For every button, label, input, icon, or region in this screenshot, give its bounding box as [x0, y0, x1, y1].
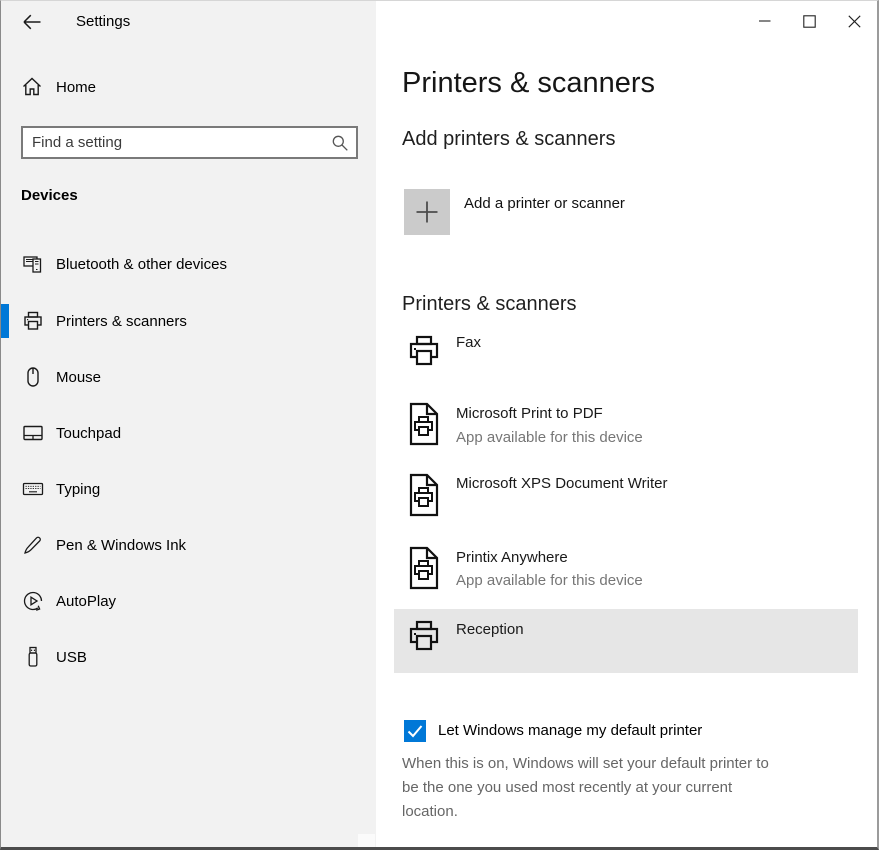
maximize-button[interactable]	[787, 1, 832, 41]
printer-name: Fax	[456, 334, 481, 351]
sidebar-item-label: Pen & Windows Ink	[56, 537, 186, 554]
settings-window: Settings Home Devices Bluetooth & other …	[0, 0, 879, 850]
sidebar-item-label: USB	[56, 649, 87, 666]
pen-icon	[21, 533, 45, 557]
printer-icon	[404, 618, 444, 660]
sidebar-item-label: Mouse	[56, 369, 101, 386]
minimize-icon	[759, 20, 771, 22]
maximize-icon	[803, 15, 816, 28]
sidebar-item-printers-scanners[interactable]: Printers & scanners	[1, 304, 376, 338]
close-icon	[848, 15, 861, 28]
printer-name: Microsoft Print to PDF	[456, 405, 603, 422]
sidebar-item-mouse[interactable]: Mouse	[1, 360, 376, 394]
printer-row-reception[interactable]: Reception	[394, 609, 858, 673]
printer-subtitle: App available for this device	[456, 429, 643, 446]
sidebar-item-label: Typing	[56, 481, 100, 498]
sidebar-item-bluetooth-other-devices[interactable]: Bluetooth & other devices	[1, 247, 376, 281]
back-arrow-icon	[21, 11, 43, 33]
default-printer-label: Let Windows manage my default printer	[438, 722, 702, 739]
sidebar-item-label: AutoPlay	[56, 593, 116, 610]
printer-icon	[21, 309, 45, 333]
page-title: Printers & scanners	[402, 67, 655, 100]
autoplay-icon	[21, 589, 45, 613]
checkmark-icon	[404, 720, 426, 742]
touchpad-icon	[21, 421, 45, 445]
window-controls	[742, 1, 877, 41]
usb-icon	[21, 645, 45, 669]
printer-subtitle: App available for this device	[456, 572, 643, 589]
printer-name: Printix Anywhere	[456, 549, 568, 566]
print-to-file-icon	[404, 545, 442, 591]
mouse-icon	[21, 365, 45, 389]
description-line: location.	[402, 800, 872, 824]
printer-icon	[404, 333, 444, 375]
add-printer-button[interactable]	[404, 189, 450, 235]
sidebar-item-typing[interactable]: Typing	[1, 472, 376, 506]
window-title: Settings	[76, 13, 130, 30]
sidebar-item-label: Bluetooth & other devices	[56, 256, 227, 273]
selected-accent-bar	[1, 304, 9, 338]
plus-icon	[414, 199, 440, 225]
back-button[interactable]	[21, 11, 43, 33]
minimize-button[interactable]	[742, 1, 787, 41]
description-line: When this is on, Windows will set your d…	[402, 752, 872, 776]
main-pane: Printers & scanners Add printers & scann…	[376, 1, 877, 847]
close-button[interactable]	[832, 1, 877, 41]
sidebar-section-devices: Devices	[21, 187, 78, 204]
sidebar-item-usb[interactable]: USB	[1, 640, 376, 674]
home-icon	[21, 76, 43, 98]
bluetooth-devices-icon	[21, 252, 45, 276]
keyboard-icon	[21, 477, 45, 501]
print-to-file-icon	[404, 472, 442, 518]
sidebar-item-home[interactable]: Home	[1, 70, 376, 104]
add-printers-heading: Add printers & scanners	[402, 128, 615, 151]
description-line: be the one you used most recently at you…	[402, 776, 872, 800]
add-printer-label: Add a printer or scanner	[464, 195, 625, 212]
sidebar-item-pen-windows-ink[interactable]: Pen & Windows Ink	[1, 528, 376, 562]
sidebar-item-label: Home	[56, 79, 96, 96]
sidebar-item-label: Touchpad	[56, 425, 121, 442]
print-to-file-icon	[404, 401, 442, 447]
default-printer-checkbox[interactable]	[404, 720, 426, 742]
sidebar-item-touchpad[interactable]: Touchpad	[1, 416, 376, 450]
printers-list-heading: Printers & scanners	[402, 293, 577, 316]
search-input[interactable]	[21, 126, 358, 159]
default-printer-description: When this is on, Windows will set your d…	[402, 752, 872, 824]
printer-name: Reception	[456, 621, 524, 638]
sidebar-item-label: Printers & scanners	[56, 313, 187, 330]
sidebar-item-autoplay[interactable]: AutoPlay	[1, 584, 376, 618]
sidebar-scrollbar-thumb[interactable]	[358, 834, 375, 850]
sidebar: Settings Home Devices Bluetooth & other …	[1, 1, 376, 847]
printer-name: Microsoft XPS Document Writer	[456, 475, 667, 492]
